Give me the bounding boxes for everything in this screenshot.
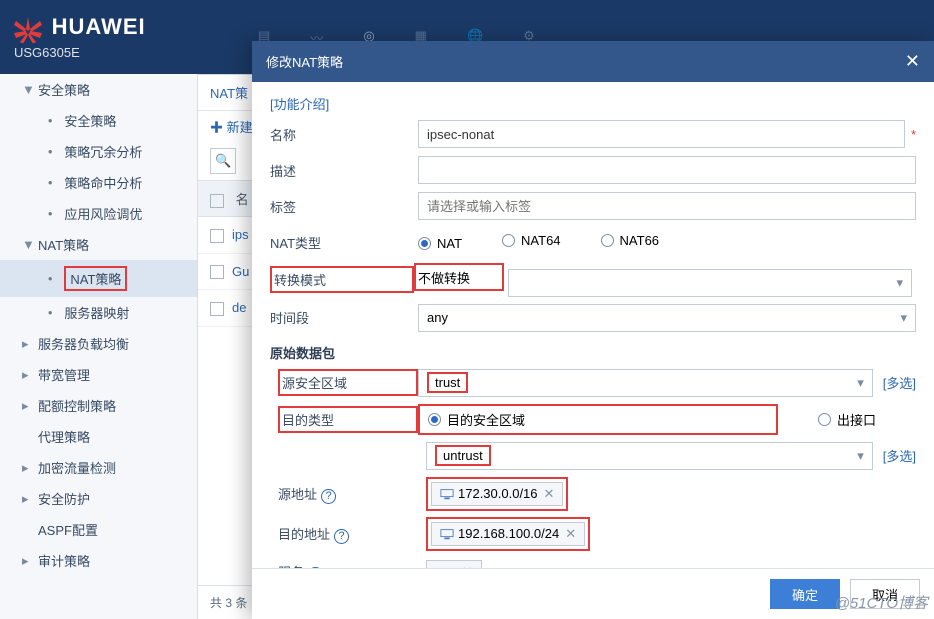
- sidebar-item[interactable]: ASPF配置: [0, 514, 197, 545]
- sidebar-item[interactable]: ▼NAT策略: [0, 229, 197, 260]
- section-original-packet: 原始数据包: [270, 343, 916, 362]
- chevron-down-icon: ▾: [900, 310, 907, 326]
- label-nat-type: NAT类型: [270, 233, 418, 252]
- radio-nat[interactable]: NAT: [418, 236, 462, 251]
- remove-icon[interactable]: ✕: [565, 526, 576, 542]
- dst-addr-chip[interactable]: 192.168.100.0/24✕: [431, 522, 585, 546]
- multi-link-src[interactable]: [多选]: [883, 373, 916, 392]
- sidebar-item[interactable]: ▸服务器负载均衡: [0, 328, 197, 359]
- monitor-icon: [440, 528, 454, 540]
- new-button[interactable]: ✚ 新建: [210, 117, 253, 136]
- sidebar-item[interactable]: 服务器映射: [0, 297, 197, 328]
- sidebar-item[interactable]: ▸审计策略: [0, 545, 197, 576]
- close-icon[interactable]: ✕: [905, 51, 920, 72]
- dst-type-radios: 目的安全区域: [418, 404, 778, 435]
- multi-link-dst[interactable]: [多选]: [883, 446, 916, 465]
- sidebar-item[interactable]: 策略命中分析: [0, 167, 197, 198]
- brand-row: HUAWEI: [14, 14, 198, 44]
- radio-nat[interactable]: NAT66: [601, 233, 660, 248]
- conv-mode-value[interactable]: 不做转换: [414, 263, 504, 291]
- modal-footer: 确定 取消: [252, 568, 934, 619]
- dst-zone-select[interactable]: untrust▾: [426, 442, 873, 470]
- label-conv-mode: 转换模式: [270, 266, 414, 293]
- sidebar-item[interactable]: ▼安全策略: [0, 74, 197, 105]
- watermark: @51CTO博客: [835, 592, 928, 613]
- src-zone-select[interactable]: trust▾: [418, 369, 873, 397]
- src-addr-chip[interactable]: 172.30.0.0/16✕: [431, 482, 563, 506]
- label-dst-addr: 目的地址?: [278, 524, 426, 544]
- help-icon[interactable]: ?: [321, 489, 336, 504]
- sidebar-item[interactable]: 应用风险调优: [0, 198, 197, 229]
- modal-header: 修改NAT策略 ✕: [252, 41, 934, 82]
- sidebar-item[interactable]: 代理策略: [0, 421, 197, 452]
- sidebar-item[interactable]: 安全策略: [0, 105, 197, 136]
- sidebar: ▼安全策略安全策略策略冗余分析策略命中分析应用风险调优▼NAT策略NAT策略服务…: [0, 74, 198, 619]
- search-button[interactable]: 🔍: [210, 148, 236, 174]
- col-name: 名: [236, 192, 249, 207]
- model-text: USG6305E: [14, 45, 198, 60]
- sidebar-item[interactable]: ▸安全防护: [0, 483, 197, 514]
- label-dst-type: 目的类型: [278, 406, 418, 433]
- label-time: 时间段: [270, 308, 418, 327]
- remove-icon[interactable]: ✕: [544, 486, 555, 502]
- chevron-down-icon: ▾: [896, 275, 903, 291]
- radio-out-if[interactable]: 出接口: [818, 410, 876, 429]
- desc-input[interactable]: [418, 156, 916, 184]
- label-name: 名称: [270, 125, 418, 144]
- required-mark: *: [911, 127, 916, 142]
- label-tag: 标签: [270, 197, 418, 216]
- brand-text: HUAWEI: [52, 14, 146, 39]
- row-checkbox[interactable]: [210, 229, 224, 243]
- modal-title: 修改NAT策略: [266, 52, 343, 71]
- label-src-addr: 源地址?: [278, 484, 426, 504]
- label-src-zone: 源安全区域: [278, 369, 418, 396]
- monitor-icon: [440, 488, 454, 500]
- ok-button[interactable]: 确定: [770, 579, 840, 609]
- chevron-down-icon: ▾: [857, 375, 864, 391]
- help-icon[interactable]: ?: [334, 529, 349, 544]
- intro-link[interactable]: [功能介绍]: [270, 94, 916, 113]
- conv-mode-select[interactable]: ▾: [508, 269, 912, 297]
- row-checkbox[interactable]: [210, 302, 224, 316]
- row-checkbox[interactable]: [210, 265, 224, 279]
- select-all-checkbox[interactable]: [210, 194, 224, 208]
- sidebar-item[interactable]: ▸加密流量检测: [0, 452, 197, 483]
- name-input[interactable]: [418, 120, 905, 148]
- radio-nat[interactable]: NAT64: [502, 233, 561, 248]
- chevron-down-icon: ▾: [857, 448, 864, 464]
- sidebar-item[interactable]: ▸配额控制策略: [0, 390, 197, 421]
- huawei-logo-icon: [14, 17, 42, 43]
- sidebar-item[interactable]: 策略冗余分析: [0, 136, 197, 167]
- service-chip[interactable]: any✕: [426, 560, 482, 569]
- sidebar-item[interactable]: ▸带宽管理: [0, 359, 197, 390]
- label-desc: 描述: [270, 161, 418, 180]
- modal-edit-nat: 修改NAT策略 ✕ [功能介绍] 名称 * 描述 标签 NAT类型 NAT NAT…: [252, 41, 934, 619]
- modal-body: [功能介绍] 名称 * 描述 标签 NAT类型 NAT NAT64 NAT66 转换…: [252, 82, 934, 568]
- logo-block: HUAWEI USG6305E: [0, 14, 198, 61]
- radio-dst-zone[interactable]: 目的安全区域: [428, 410, 525, 429]
- tag-input[interactable]: [418, 192, 916, 220]
- sidebar-item[interactable]: NAT策略: [0, 260, 197, 297]
- time-select[interactable]: any▾: [418, 304, 916, 332]
